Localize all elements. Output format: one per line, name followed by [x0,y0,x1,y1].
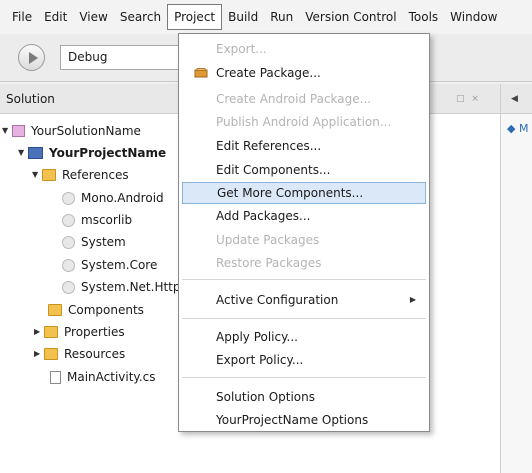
menu-item-label: Create Package... [216,66,321,80]
project-icon [28,147,43,159]
tree-node-resources[interactable]: ▶ Resources [34,343,125,365]
tree-node-components[interactable]: Components [48,299,144,321]
menu-run[interactable]: Run [264,5,299,29]
menu-item-update-packages[interactable]: Update Packages [182,229,426,251]
tree-node-reference[interactable]: mscorlib [62,209,132,231]
folder-icon [42,169,56,181]
play-icon [29,52,38,64]
tree-node-references[interactable]: ▼ References [32,164,129,186]
tree-node-label: System.Core [81,258,158,272]
tree-node-label: mscorlib [81,213,133,227]
tree-node-reference[interactable]: System [62,231,126,253]
tree-node-label: References [62,168,129,182]
reference-icon [62,258,75,272]
menu-item-create-package[interactable]: Create Package... [182,62,426,84]
menu-search[interactable]: Search [114,5,167,29]
menu-window[interactable]: Window [444,5,503,29]
file-icon [50,370,61,384]
reference-icon [62,191,75,205]
project-menu-dropdown: Export... Create Package... Create Andro… [178,33,430,432]
pane-controls[interactable]: □ × [456,84,481,114]
reference-icon [62,280,75,294]
tree-node-solution[interactable]: ▼ YourSolutionName [2,120,141,142]
tree-node-label: MainActivity.cs [67,370,156,384]
solution-icon [12,125,25,137]
menu-build[interactable]: Build [222,5,264,29]
tree-node-label: YourProjectName [49,146,167,160]
panel-item-label: M [518,122,529,135]
editor-panel: ◀ ◆ M [500,84,532,473]
menu-item-edit-components[interactable]: Edit Components... [182,159,426,181]
menu-item-solution-options[interactable]: Solution Options [182,386,426,408]
menu-view[interactable]: View [73,5,113,29]
package-icon [194,68,208,78]
menu-version-control[interactable]: Version Control [299,5,402,29]
tree-node-file[interactable]: MainActivity.cs [50,366,155,388]
menu-item-export[interactable]: Export... [182,38,426,60]
tree-node-label: Mono.Android [81,191,164,205]
menu-item-edit-references[interactable]: Edit References... [182,135,426,157]
collapsed-arrow-icon[interactable]: ▶ [34,321,44,343]
submenu-arrow-icon: ▶ [409,295,416,304]
tree-node-reference[interactable]: Mono.Android [62,187,164,209]
folder-icon [44,326,58,338]
menu-file[interactable]: File [6,5,38,29]
menu-project[interactable]: Project [167,4,223,30]
tree-node-label: Resources [64,347,126,361]
tree-node-label: System [81,235,126,249]
menu-item-label: Active Configuration [216,293,339,307]
tree-node-label: System.Net.Http [81,280,181,294]
tree-node-label: Components [68,303,144,317]
menu-bar: File Edit View Search Project Build Run … [0,0,532,34]
menu-item-restore-packages[interactable]: Restore Packages [182,252,426,274]
solution-pane-title: Solution [6,92,55,106]
tree-node-reference[interactable]: System.Net.Http [62,276,181,298]
tree-node-label: Properties [64,325,125,339]
collapsed-arrow-icon[interactable]: ▶ [34,343,44,365]
menu-item-publish-android-application[interactable]: Publish Android Application... [182,111,426,133]
menu-item-active-configuration[interactable]: Active Configuration ▶ [182,289,426,311]
tree-node-reference[interactable]: System.Core [62,254,157,276]
tree-node-properties[interactable]: ▶ Properties [34,321,125,343]
menu-item-create-android-package[interactable]: Create Android Package... [182,88,426,110]
tree-node-project[interactable]: ▼ YourProjectName [18,142,166,164]
panel-item[interactable]: ◆ M [507,122,528,135]
menu-item-export-policy[interactable]: Export Policy... [182,349,426,371]
folder-icon [44,348,58,360]
tree-node-label: YourSolutionName [31,124,141,138]
menu-separator [182,279,426,280]
menu-item-add-packages[interactable]: Add Packages... [182,205,426,227]
menu-separator [182,318,426,319]
configuration-select[interactable]: Debug [60,45,185,70]
reference-icon [62,235,75,249]
menu-item-apply-policy[interactable]: Apply Policy... [182,326,426,348]
menu-tools[interactable]: Tools [403,5,445,29]
panel-tab-arrow-icon[interactable]: ◀ [501,84,532,114]
run-button[interactable] [18,44,45,71]
menu-separator [182,377,426,378]
menu-item-get-more-components[interactable]: Get More Components... [182,182,426,204]
reference-icon [62,213,75,227]
expanded-arrow-icon[interactable]: ▼ [18,142,28,164]
diamond-icon: ◆ [507,122,516,135]
folder-icon [48,304,62,316]
menu-edit[interactable]: Edit [38,5,73,29]
expanded-arrow-icon[interactable]: ▼ [2,120,12,142]
menu-item-project-options[interactable]: YourProjectName Options [182,409,426,431]
expanded-arrow-icon[interactable]: ▼ [32,164,42,186]
